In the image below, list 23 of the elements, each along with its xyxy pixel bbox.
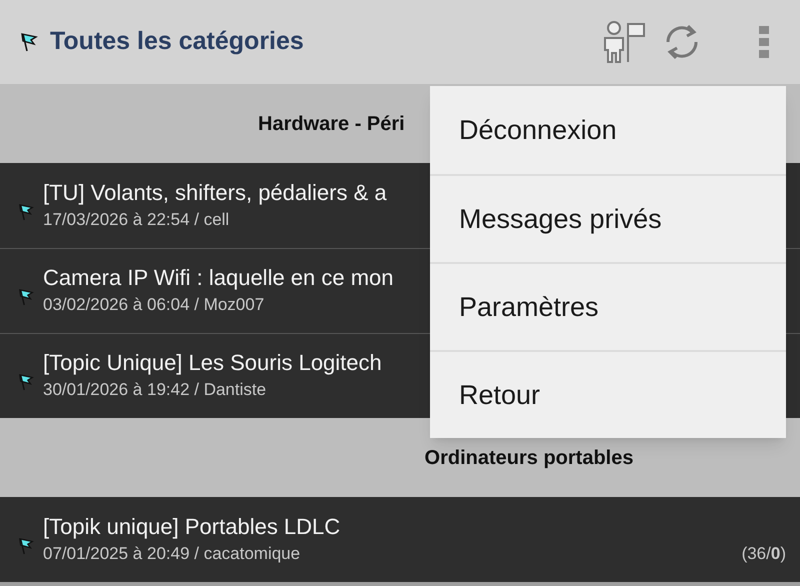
flag-icon xyxy=(18,202,34,220)
flag-icon xyxy=(18,536,34,554)
section-title: Hardware - Péri xyxy=(258,112,405,136)
flag-icon xyxy=(20,32,38,52)
app-title: Toutes les catégories xyxy=(50,26,304,58)
topic-row[interactable]: [Topik unique] Portables LDLC 07/01/2025 à 20:49 / cacatomique (36/0) xyxy=(0,497,800,582)
menu-item[interactable]: Messages privés xyxy=(430,174,786,262)
menu-item[interactable]: Paramètres xyxy=(430,262,786,350)
more-icon[interactable] xyxy=(758,25,770,59)
topic-meta: 17/03/2026 à 22:54 / cell xyxy=(43,208,230,230)
topic-meta: 03/02/2026 à 06:04 / Moz007 xyxy=(43,294,264,316)
menu-item[interactable]: Retour xyxy=(430,350,786,438)
topic-title: [TU] Volants, shifters, pédaliers & a xyxy=(43,178,388,206)
flag-icon xyxy=(18,288,34,306)
reply-count: (36/0) xyxy=(742,542,786,564)
person-flag-icon[interactable] xyxy=(602,20,648,64)
topic-title: [Topik unique] Portables LDLC xyxy=(43,512,342,540)
topic-meta: 30/01/2026 à 19:42 / Dantiste xyxy=(43,379,266,401)
topic-meta: 07/01/2025 à 20:49 / cacatomique xyxy=(43,542,300,564)
flag-icon xyxy=(18,373,34,391)
topic-title: Camera IP Wifi : laquelle en ce mon xyxy=(43,264,395,292)
section-title: Ordinateurs portables xyxy=(424,446,634,470)
topic-title: [Topic Unique] Les Souris Logitech xyxy=(43,349,383,377)
